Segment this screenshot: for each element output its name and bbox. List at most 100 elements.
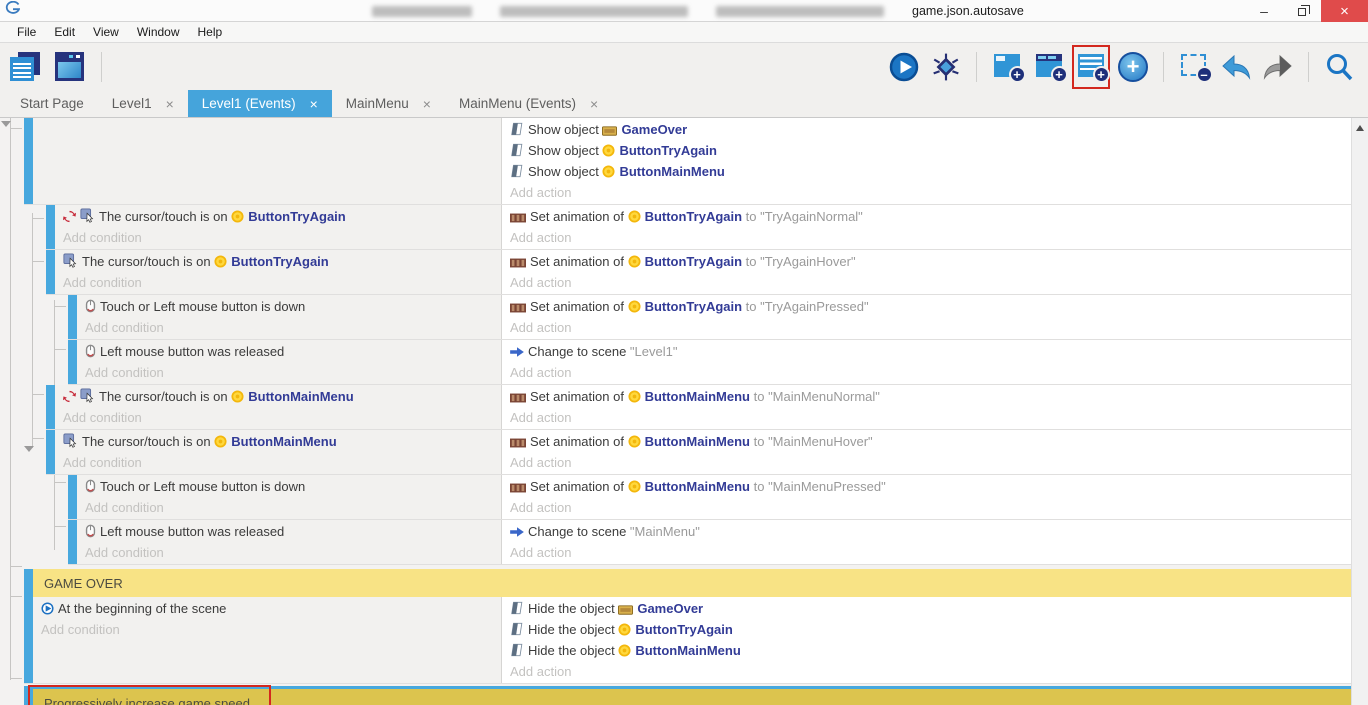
add-action-button[interactable]: Add action xyxy=(510,362,1351,383)
add-condition-button[interactable]: Add condition xyxy=(63,407,501,428)
undo-button[interactable] xyxy=(1219,48,1253,86)
add-scene-button[interactable]: + xyxy=(990,48,1024,86)
condition-line[interactable]: The cursor/touch is on ButtonTryAgain xyxy=(63,251,501,272)
event-handle[interactable] xyxy=(24,569,33,597)
action-line[interactable]: Show object ButtonTryAgain xyxy=(510,140,1351,161)
action-line[interactable]: Set animation of ButtonTryAgain to "TryA… xyxy=(510,296,1351,317)
add-condition-button[interactable]: Add condition xyxy=(63,272,501,293)
tab-mainmenu-events[interactable]: MainMenu (Events)× xyxy=(445,90,612,117)
condition-line[interactable]: Touch or Left mouse button is down xyxy=(85,296,501,317)
text-part: Show object xyxy=(528,122,602,137)
add-condition-button[interactable]: Add condition xyxy=(63,227,501,248)
menu-help[interactable]: Help xyxy=(189,22,232,43)
debug-button[interactable] xyxy=(929,48,963,86)
add-condition-button[interactable]: Add condition xyxy=(41,619,501,640)
action-line[interactable]: Set animation of ButtonTryAgain to "TryA… xyxy=(510,206,1351,227)
event-block[interactable]: The cursor/touch is on ButtonTryAgainAdd… xyxy=(46,250,1351,295)
add-condition-button[interactable]: Add condition xyxy=(85,497,501,518)
minimize-button[interactable]: – xyxy=(1245,0,1283,22)
event-block[interactable]: The cursor/touch is on ButtonMainMenuAdd… xyxy=(46,385,1351,430)
event-block[interactable]: The cursor/touch is on ButtonMainMenuAdd… xyxy=(46,430,1351,475)
event-handle[interactable] xyxy=(24,597,33,683)
add-condition-button[interactable]: Add condition xyxy=(85,317,501,338)
add-action-button[interactable]: Add action xyxy=(510,317,1351,338)
add-action-button[interactable]: Add action xyxy=(510,542,1351,563)
event-block[interactable]: Show object GameOverShow object ButtonTr… xyxy=(24,118,1351,205)
event-handle[interactable] xyxy=(24,118,33,204)
event-block[interactable]: Touch or Left mouse button is downAdd co… xyxy=(68,295,1351,340)
tab-close-icon[interactable]: × xyxy=(166,96,174,112)
condition-line[interactable]: The cursor/touch is on ButtonTryAgain xyxy=(63,206,501,227)
add-event-button[interactable]: + xyxy=(1074,48,1108,86)
menu-edit[interactable]: Edit xyxy=(45,22,84,43)
action-line[interactable]: Set animation of ButtonMainMenu to "Main… xyxy=(510,476,1351,497)
event-handle[interactable] xyxy=(68,475,77,519)
action-line[interactable]: Show object ButtonMainMenu xyxy=(510,161,1351,182)
add-external-events-button[interactable]: + xyxy=(1032,48,1066,86)
action-line[interactable]: Set animation of ButtonMainMenu to "Main… xyxy=(510,386,1351,407)
remove-selection-button[interactable]: – xyxy=(1177,48,1211,86)
play-button[interactable] xyxy=(887,48,921,86)
add-action-button[interactable]: Add action xyxy=(510,452,1351,473)
redo-button[interactable] xyxy=(1261,48,1295,86)
condition-line[interactable]: Touch or Left mouse button is down xyxy=(85,476,501,497)
add-action-button[interactable]: Add action xyxy=(510,272,1351,293)
tab-close-icon[interactable]: × xyxy=(310,96,318,112)
action-line[interactable]: Change to scene "MainMenu" xyxy=(510,521,1351,542)
menu-file[interactable]: File xyxy=(8,22,45,43)
add-action-button[interactable]: Add action xyxy=(510,497,1351,518)
scene-editor-button[interactable] xyxy=(52,48,86,86)
project-manager-button[interactable] xyxy=(8,48,42,86)
add-action-button[interactable]: Add action xyxy=(510,661,1351,682)
condition-line[interactable]: Left mouse button was released xyxy=(85,341,501,362)
action-line[interactable]: Set animation of ButtonTryAgain to "TryA… xyxy=(510,251,1351,272)
tab-close-icon[interactable]: × xyxy=(590,96,598,112)
add-condition-button[interactable]: Add condition xyxy=(85,542,501,563)
action-line[interactable]: Change to scene "Level1" xyxy=(510,341,1351,362)
condition-line[interactable]: At the beginning of the scene xyxy=(41,598,501,619)
restore-button[interactable] xyxy=(1283,0,1321,22)
event-handle[interactable] xyxy=(46,385,55,429)
event-block[interactable]: The cursor/touch is on ButtonTryAgainAdd… xyxy=(46,205,1351,250)
comment-event[interactable]: Progressively increase game speed xyxy=(24,686,1351,705)
event-handle[interactable] xyxy=(68,520,77,564)
text-part: The cursor/touch is on xyxy=(82,434,214,449)
add-condition-button[interactable]: Add condition xyxy=(63,452,501,473)
event-handle[interactable] xyxy=(24,689,33,705)
event-block[interactable]: Left mouse button was releasedAdd condit… xyxy=(68,340,1351,385)
add-action-button[interactable]: Add action xyxy=(510,182,1351,203)
action-line[interactable]: Set animation of ButtonMainMenu to "Main… xyxy=(510,431,1351,452)
vertical-scrollbar[interactable] xyxy=(1351,118,1368,705)
condition-line[interactable]: Left mouse button was released xyxy=(85,521,501,542)
add-action-button[interactable]: Add action xyxy=(510,407,1351,428)
tab-mainmenu[interactable]: MainMenu× xyxy=(332,90,445,117)
condition-line[interactable]: The cursor/touch is on ButtonMainMenu xyxy=(63,431,501,452)
tab-start-page[interactable]: Start Page xyxy=(6,90,98,117)
event-handle[interactable] xyxy=(68,340,77,384)
add-condition-button[interactable]: Add condition xyxy=(85,362,501,383)
menu-window[interactable]: Window xyxy=(128,22,189,43)
event-block[interactable]: Left mouse button was releasedAdd condit… xyxy=(68,520,1351,565)
tab-close-icon[interactable]: × xyxy=(423,96,431,112)
action-line[interactable]: Hide the object ButtonMainMenu xyxy=(510,640,1351,661)
action-line[interactable]: Show object GameOver xyxy=(510,119,1351,140)
event-block[interactable]: Touch or Left mouse button is downAdd co… xyxy=(68,475,1351,520)
object-name: ButtonMainMenu xyxy=(645,434,750,449)
comment-event[interactable]: GAME OVER xyxy=(24,569,1351,597)
event-handle[interactable] xyxy=(46,205,55,249)
tab-level1[interactable]: Level1× xyxy=(98,90,188,117)
scroll-up-icon[interactable] xyxy=(1356,125,1364,131)
action-line[interactable]: Hide the object ButtonTryAgain xyxy=(510,619,1351,640)
close-button[interactable]: × xyxy=(1321,0,1368,22)
search-button[interactable] xyxy=(1322,48,1356,86)
tab-level1-events[interactable]: Level1 (Events)× xyxy=(188,90,332,117)
event-handle[interactable] xyxy=(46,250,55,294)
menu-view[interactable]: View xyxy=(84,22,128,43)
add-action-button[interactable]: Add action xyxy=(510,227,1351,248)
event-handle[interactable] xyxy=(46,430,55,474)
event-block[interactable]: At the beginning of the sceneAdd conditi… xyxy=(24,597,1351,684)
action-line[interactable]: Hide the object GameOver xyxy=(510,598,1351,619)
event-handle[interactable] xyxy=(68,295,77,339)
condition-line[interactable]: The cursor/touch is on ButtonMainMenu xyxy=(63,386,501,407)
add-object-button[interactable]: + xyxy=(1116,48,1150,86)
